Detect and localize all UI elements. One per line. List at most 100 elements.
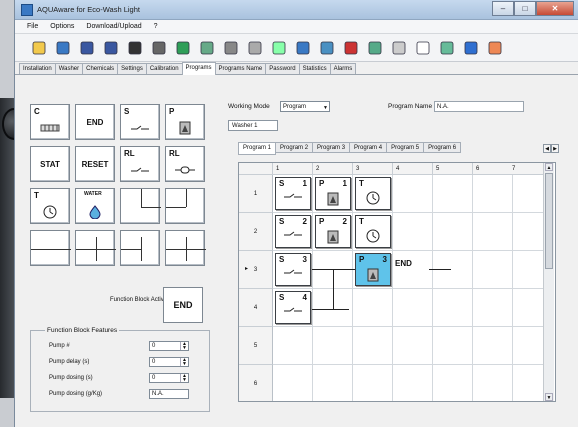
palette-block-stat[interactable]: STAT <box>30 146 70 182</box>
grid-cell[interactable] <box>509 213 545 251</box>
settings-gear-icon[interactable] <box>149 38 169 58</box>
program-tab-2[interactable]: Program 2 <box>275 142 314 153</box>
grid-block-t[interactable]: T <box>355 215 391 248</box>
palette-block-water[interactable]: WATER <box>75 188 115 224</box>
grid-cell[interactable] <box>433 289 473 327</box>
program-tab-1[interactable]: Program 1 <box>238 142 277 155</box>
grid-cell[interactable] <box>433 251 473 289</box>
palette-block-p[interactable]: P <box>165 104 205 140</box>
grid-cell[interactable] <box>353 289 393 327</box>
grid-cell[interactable] <box>509 251 545 289</box>
feature-spinner[interactable]: 0 ▲ ▼ <box>149 341 189 351</box>
tab-chemicals[interactable]: Chemicals <box>82 63 119 74</box>
folder-icon[interactable] <box>413 38 433 58</box>
tab-settings[interactable]: Settings <box>117 63 147 74</box>
grid-cell[interactable] <box>433 175 473 213</box>
menu-file[interactable]: File <box>27 23 38 30</box>
grid-cell[interactable] <box>433 327 473 365</box>
grid-block-s2[interactable]: S2 <box>275 215 311 248</box>
plug-icon[interactable] <box>221 38 241 58</box>
tab-password[interactable]: Password <box>265 63 300 74</box>
scroll-up-icon[interactable]: ▲ <box>545 163 553 171</box>
grid-cell[interactable] <box>509 327 545 365</box>
grid-cell[interactable] <box>353 365 393 401</box>
grid-cell[interactable] <box>509 365 545 401</box>
grid-cell[interactable] <box>473 213 513 251</box>
palette-block-reset[interactable]: RESET <box>75 146 115 182</box>
program-tab-5[interactable]: Program 5 <box>386 142 425 153</box>
grid-cell[interactable] <box>473 251 513 289</box>
grid-cell[interactable] <box>273 365 313 401</box>
grid-block-s4[interactable]: S4 <box>275 291 311 324</box>
tab-scroll-right-icon[interactable]: ▶ <box>551 144 559 153</box>
feature-spinner[interactable]: 0 ▲ ▼ <box>149 357 189 367</box>
working-mode-select[interactable]: Program ▼ <box>280 101 330 112</box>
chart-icon[interactable] <box>365 38 385 58</box>
grid-block-p1[interactable]: P1 <box>315 177 351 210</box>
end-block-button[interactable]: END <box>163 287 203 323</box>
grid-cell[interactable] <box>393 327 433 365</box>
grid-cell[interactable] <box>393 251 433 289</box>
palette-connector-block[interactable] <box>75 230 116 266</box>
program-tab-6[interactable]: Program 6 <box>423 142 462 153</box>
close-button[interactable]: ✕ <box>536 1 574 16</box>
grid-block-p3[interactable]: P3 <box>355 253 391 286</box>
palette-block-end[interactable]: END <box>75 104 115 140</box>
palette-block-t[interactable]: T <box>30 188 70 224</box>
save-as-icon[interactable] <box>101 38 121 58</box>
grid-block-p2[interactable]: P2 <box>315 215 351 248</box>
grid-cell[interactable] <box>509 175 545 213</box>
maximize-button[interactable]: □ <box>514 1 536 16</box>
info-icon[interactable] <box>53 38 73 58</box>
grid-cell[interactable] <box>473 365 513 401</box>
tab-programs[interactable]: Programs <box>181 62 216 75</box>
palette-connector-block[interactable] <box>120 188 161 224</box>
program-name-field[interactable]: N.A. <box>434 101 524 112</box>
grid-cell[interactable] <box>393 213 433 251</box>
grid-cell[interactable] <box>313 327 353 365</box>
spinner-arrows-icon[interactable]: ▲ ▼ <box>180 358 188 367</box>
new-icon[interactable] <box>29 38 49 58</box>
record-icon[interactable] <box>269 38 289 58</box>
palette-connector-block[interactable] <box>120 230 160 266</box>
palette-connector-block[interactable] <box>165 188 205 224</box>
palette-block-rl[interactable]: RL <box>165 146 205 182</box>
program-tab-3[interactable]: Program 3 <box>312 142 351 153</box>
grid-row-header[interactable]: 5 <box>239 327 273 365</box>
grid-block-s3[interactable]: S3 <box>275 253 311 286</box>
grid-cell[interactable] <box>473 327 513 365</box>
palette-block-c[interactable]: C <box>30 104 70 140</box>
menu-options[interactable]: Options <box>50 23 74 30</box>
arrow-icon[interactable] <box>245 38 265 58</box>
palette-block-s[interactable]: S <box>120 104 160 140</box>
grid-vertical-scrollbar[interactable]: ▲ ▼ <box>543 163 554 401</box>
tab-calibration[interactable]: Calibration <box>145 63 183 74</box>
program-tab-4[interactable]: Program 4 <box>349 142 388 153</box>
lamp-icon[interactable] <box>389 38 409 58</box>
grid-cell[interactable] <box>353 327 393 365</box>
list-icon[interactable] <box>197 38 217 58</box>
tools-icon[interactable] <box>341 38 361 58</box>
tab-statistics[interactable]: Statistics <box>298 63 331 74</box>
drop-icon[interactable] <box>317 38 337 58</box>
grid-cell[interactable] <box>273 327 313 365</box>
scroll-down-icon[interactable]: ▼ <box>545 393 553 401</box>
grid-cell[interactable] <box>433 213 473 251</box>
palette-block-rl[interactable]: RL <box>120 146 160 182</box>
grid-cell[interactable] <box>393 289 433 327</box>
spinner-arrows-icon[interactable]: ▲ ▼ <box>180 374 188 383</box>
grid-cell[interactable] <box>393 175 433 213</box>
menu-help[interactable]: ? <box>154 23 158 30</box>
grid-row-header[interactable]: 6 <box>239 365 273 401</box>
grid-block-s1[interactable]: S1 <box>275 177 311 210</box>
feature-spinner[interactable]: 0 ▲ ▼ <box>149 373 189 383</box>
grid-block-t[interactable]: T <box>355 177 391 210</box>
grid-row-header[interactable]: 1 <box>239 175 273 213</box>
grid-cell[interactable] <box>393 365 433 401</box>
spinner-arrows-icon[interactable]: ▲ ▼ <box>180 342 188 351</box>
copy-icon[interactable] <box>437 38 457 58</box>
washer-label[interactable]: Washer 1 <box>228 120 278 131</box>
minus-icon[interactable] <box>125 38 145 58</box>
menu-download-upload[interactable]: Download/Upload <box>86 23 141 30</box>
tab-programs-name[interactable]: Programs Name <box>214 63 267 74</box>
